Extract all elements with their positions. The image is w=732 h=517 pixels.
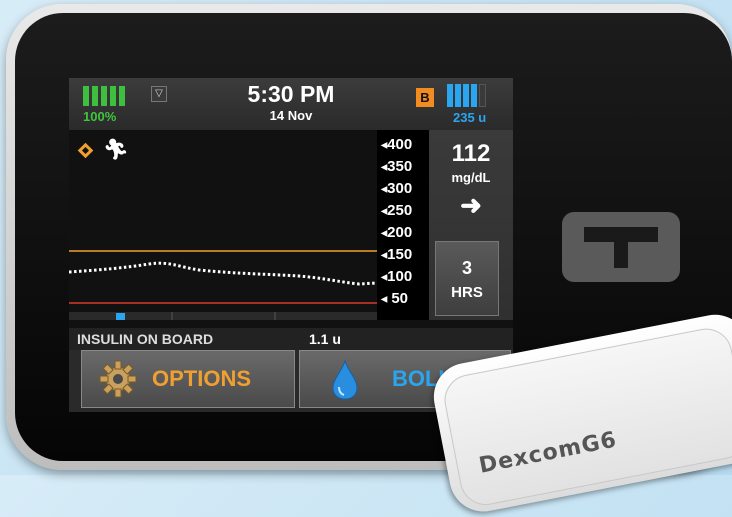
t-logo-icon <box>562 212 680 282</box>
timeline-bar <box>69 312 377 320</box>
cgm-unit: mg/dL <box>451 170 491 185</box>
status-bar: 100% ▽ 5:30 PM 14 Nov B 235 u <box>69 78 513 130</box>
insulin-remaining: 235 u <box>453 110 487 125</box>
drop-icon <box>332 359 358 400</box>
scale-label-200: ◀200 <box>381 224 413 241</box>
scale-label-400: ◀400 <box>381 136 413 153</box>
options-label: OPTIONS <box>152 366 252 391</box>
scale-label-50: ◀ 50 <box>381 290 409 307</box>
glucose-scale: ◀400 ◀350 ◀300 ◀250 ◀200 ◀150 ◀100 ◀ 50 <box>377 130 429 320</box>
iob-label: INSULIN ON BOARD <box>77 331 214 347</box>
scale-label-100: ◀100 <box>381 268 413 285</box>
options-button[interactable]: OPTIONS <box>81 350 295 408</box>
pump-screen: 100% ▽ 5:30 PM 14 Nov B 235 u 🏃︎ ◀400 ◀3… <box>69 78 513 412</box>
glucose-trace <box>69 261 377 286</box>
insulin-on-board-row: INSULIN ON BOARD 1.1 u <box>69 328 513 350</box>
cgm-graph[interactable]: 🏃︎ <box>69 130 377 320</box>
scale-label-250: ◀250 <box>381 202 413 219</box>
timeframe-value: 3 <box>461 258 472 278</box>
gear-icon <box>99 360 137 398</box>
status-badge: B <box>416 88 434 107</box>
trend-arrow-icon: ➜ <box>460 190 482 220</box>
date: 14 Nov <box>269 108 313 123</box>
timeframe-button[interactable]: 3 HRS <box>435 241 499 316</box>
iob-value: 1.1 u <box>309 331 341 347</box>
cgm-plot <box>69 250 377 320</box>
timeframe-unit: HRS <box>451 284 483 301</box>
scale-label-350: ◀350 <box>381 158 413 175</box>
scale-label-150: ◀150 <box>381 246 413 263</box>
cgm-reading-panel: 112 mg/dL ➜ 3 HRS <box>429 130 513 320</box>
insulin-cartridge-icon <box>447 84 486 107</box>
bolus-marker <box>116 313 125 320</box>
cgm-value: 112 <box>451 140 491 167</box>
scale-label-300: ◀300 <box>381 180 413 197</box>
